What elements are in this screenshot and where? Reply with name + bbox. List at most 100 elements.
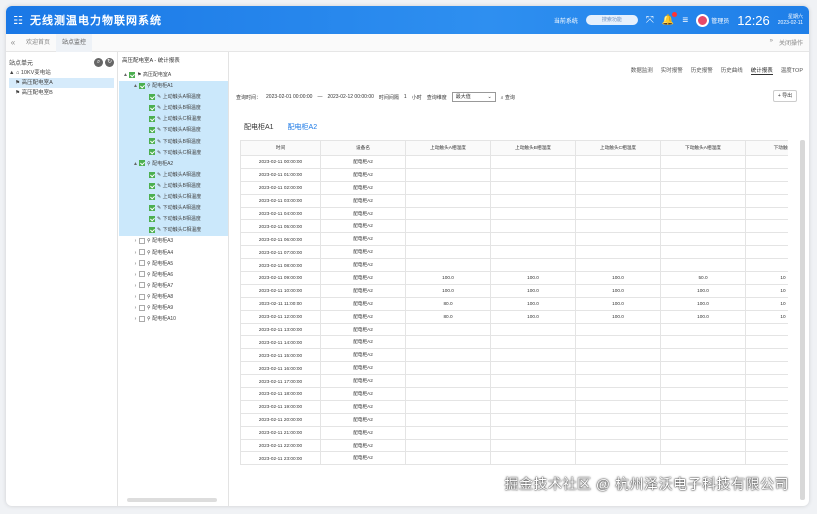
tree-node[interactable]: › ⚲ 配电柜A10 xyxy=(119,314,228,325)
tree-item-room-b[interactable]: ⚑ 高压配电室B xyxy=(9,88,114,98)
start-time-input[interactable]: 2023-02-01 00:00:00 xyxy=(266,94,312,100)
checkbox[interactable] xyxy=(139,293,145,300)
column-header[interactable]: 时间 xyxy=(240,140,321,156)
search-button[interactable]: ⌕ 查询 xyxy=(501,94,515,101)
notification-dot xyxy=(672,11,678,17)
tree-node[interactable]: ▲ ⚲ 配电柜A1 xyxy=(119,81,228,93)
checkbox[interactable] xyxy=(149,204,155,211)
tab-site-monitor[interactable]: 站点监控 xyxy=(56,33,93,52)
checkbox[interactable] xyxy=(139,304,145,311)
tab-cabinet-a2[interactable]: 配电柜A2 xyxy=(288,122,318,132)
tab-prev-icon[interactable]: « xyxy=(6,38,20,47)
tree-node[interactable]: › ⚲ 配电柜A5 xyxy=(119,259,228,270)
tab-welcome[interactable]: 欢迎首页 xyxy=(20,34,56,52)
checkbox[interactable] xyxy=(149,104,155,111)
expand-arrow-icon[interactable]: › xyxy=(132,236,139,247)
tree-node[interactable]: ✎ 上动触头A相温度 xyxy=(119,169,228,181)
checkbox[interactable] xyxy=(139,160,145,167)
checkbox[interactable] xyxy=(139,271,145,278)
tab-function-4[interactable]: 统计报表 xyxy=(750,66,773,75)
column-header[interactable]: 上动触头A相温度 xyxy=(405,140,491,156)
app-title: 无线测温电力物联网系统 xyxy=(30,15,162,27)
menu-icon[interactable]: ☷ xyxy=(6,14,30,27)
bell-icon[interactable]: 🔔 xyxy=(662,11,678,26)
column-header[interactable]: 下动触头 xyxy=(745,140,788,156)
interval-input[interactable]: 1 xyxy=(404,94,407,100)
tab-next-icon[interactable]: » xyxy=(770,38,773,47)
expand-arrow-icon[interactable]: ▲ xyxy=(122,70,129,81)
tree-item-room-a[interactable]: ⚑ 高压配电室A xyxy=(9,78,114,88)
horizontal-scrollbar[interactable] xyxy=(127,498,217,502)
dimension-select[interactable]: 最大值 ⌄ xyxy=(451,92,496,102)
checkbox[interactable] xyxy=(139,249,145,256)
expand-arrow-icon[interactable]: › xyxy=(132,281,139,292)
checkbox[interactable] xyxy=(139,282,145,289)
tree-node[interactable]: ✎ 下动触头C相温度 xyxy=(119,225,228,237)
column-header[interactable]: 上动触头C相温度 xyxy=(575,140,661,156)
checkbox[interactable] xyxy=(149,215,155,222)
expand-arrow-icon[interactable]: › xyxy=(132,270,139,281)
tree-node[interactable]: ✎ 上动触头B相温度 xyxy=(119,103,228,115)
expand-arrow-icon[interactable]: › xyxy=(132,314,139,325)
expand-arrow-icon[interactable]: ▲ xyxy=(132,159,139,170)
tab-function-3[interactable]: 历史曲线 xyxy=(721,66,743,75)
end-time-input[interactable]: 2023-02-12 00:00:00 xyxy=(327,94,373,100)
tree-node[interactable]: › ⚲ 配电柜A7 xyxy=(119,281,228,292)
checkbox[interactable] xyxy=(139,260,145,267)
tree-node[interactable]: ✎ 下动触头B相温度 xyxy=(119,214,228,226)
tree-node[interactable]: ✎ 下动触头B相温度 xyxy=(119,136,228,148)
tree-node[interactable]: › ⚲ 配电柜A3 xyxy=(119,236,228,247)
table-cell xyxy=(405,335,491,350)
checkbox[interactable] xyxy=(129,71,135,78)
expand-arrow-icon[interactable]: › xyxy=(132,259,139,270)
checkbox[interactable] xyxy=(149,226,155,233)
checkbox[interactable] xyxy=(149,138,155,145)
fullscreen-icon[interactable]: ⤧ xyxy=(646,15,654,26)
checkbox[interactable] xyxy=(149,116,155,123)
tree-node[interactable]: ✎ 下动触头A相温度 xyxy=(119,203,228,215)
tree-node[interactable]: ▲ ⚲ 配电柜A2 xyxy=(119,158,228,170)
tree-node[interactable]: ▲ ⚑ 高压配电室A xyxy=(119,70,228,81)
close-operations[interactable]: 关闭操作 xyxy=(779,38,803,47)
tree-node[interactable]: ✎ 上动触头B相温度 xyxy=(119,180,228,193)
tree-node[interactable]: › ⚲ 配电柜A9 xyxy=(119,303,228,314)
checkbox[interactable] xyxy=(139,82,145,89)
search-icon[interactable]: ⌕ xyxy=(94,57,103,67)
checkbox[interactable] xyxy=(149,93,155,100)
search-input[interactable]: 搜索功能 xyxy=(585,15,638,25)
column-header[interactable]: 上动触头B相温度 xyxy=(490,140,576,156)
refresh-icon[interactable]: ↻ xyxy=(105,57,114,67)
list-icon[interactable]: ≡ xyxy=(682,15,688,26)
tree-node[interactable]: › ⚲ 配电柜A4 xyxy=(119,248,228,259)
tree-node[interactable]: ✎ 下动触头A相温度 xyxy=(119,125,228,137)
tree-node[interactable]: ✎ 上动触头C相温度 xyxy=(119,114,228,126)
tree-item-substation[interactable]: ▲ ⌂ 10KV变电站 xyxy=(9,68,114,78)
export-button[interactable]: + 导出 xyxy=(773,90,797,102)
tab-function-2[interactable]: 历史报警 xyxy=(691,66,713,75)
tree-node[interactable]: ✎ 上动触头A相温度 xyxy=(119,92,228,104)
column-header[interactable]: 设备名 xyxy=(320,140,406,156)
tab-bar: « 欢迎首页 站点监控 » 关闭操作 xyxy=(6,33,809,52)
expand-arrow-icon[interactable]: › xyxy=(132,303,139,314)
column-header[interactable]: 下动触头A相温度 xyxy=(660,140,746,156)
tree-node[interactable]: › ⚲ 配电柜A6 xyxy=(119,270,228,281)
expand-arrow-icon[interactable]: › xyxy=(132,248,139,259)
user-menu[interactable]: 管理员 xyxy=(696,13,729,27)
checkbox[interactable] xyxy=(139,238,145,245)
checkbox[interactable] xyxy=(149,171,155,178)
checkbox[interactable] xyxy=(149,193,155,200)
tab-function-0[interactable]: 数据监测 xyxy=(631,66,653,75)
checkbox[interactable] xyxy=(139,315,145,322)
tree-node[interactable]: ✎ 下动触头C相温度 xyxy=(119,147,228,159)
checkbox[interactable] xyxy=(149,182,155,189)
tab-cabinet-a1[interactable]: 配电柜A1 xyxy=(244,122,274,132)
expand-arrow-icon[interactable]: › xyxy=(132,292,139,303)
tree-node[interactable]: ✎ 上动触头C相温度 xyxy=(119,192,228,204)
expand-arrow-icon[interactable]: ▲ xyxy=(132,81,139,92)
tree-node[interactable]: › ⚲ 配电柜A8 xyxy=(119,292,228,303)
checkbox[interactable] xyxy=(149,149,155,156)
tab-function-5[interactable]: 温度TOP xyxy=(781,66,803,75)
tab-function-1[interactable]: 实时报警 xyxy=(661,66,683,75)
checkbox[interactable] xyxy=(149,127,155,134)
vertical-scrollbar[interactable] xyxy=(800,140,805,500)
